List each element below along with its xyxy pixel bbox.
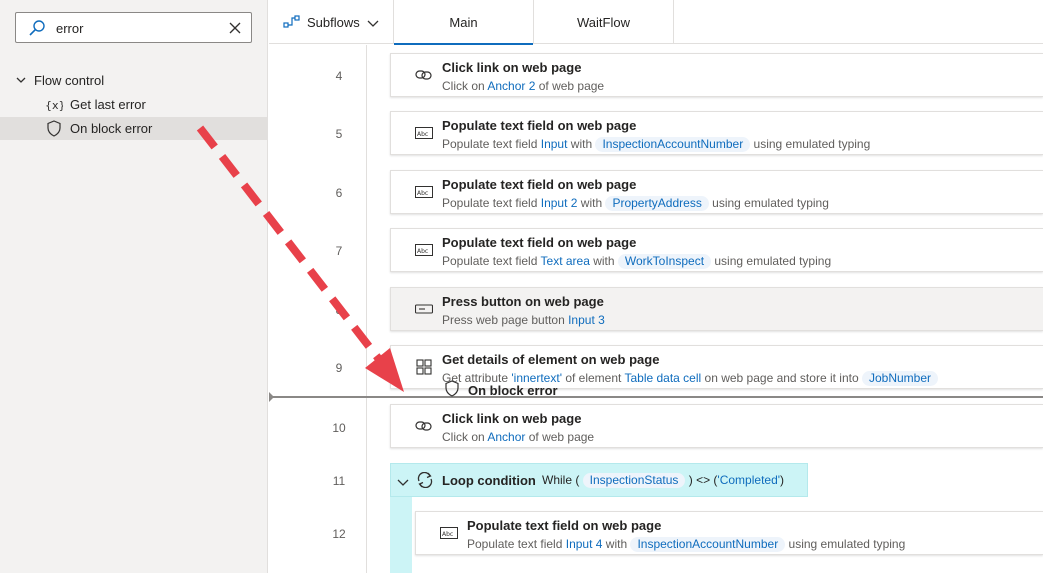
action-title: Press button on web page: [442, 294, 604, 309]
tree-item-on-block-error[interactable]: On block error: [0, 117, 267, 140]
line-number: 8: [335, 303, 343, 317]
search-input[interactable]: [56, 18, 226, 38]
variable-x-icon: {x}: [45, 96, 63, 113]
chevron-down-icon: [367, 17, 379, 32]
line-number: 5: [335, 127, 343, 141]
loop-body-indicator: [390, 497, 412, 573]
search-box[interactable]: [15, 12, 252, 43]
textfield-icon: Abc: [415, 184, 433, 200]
button-icon: [415, 301, 433, 317]
gutter-divider: [366, 45, 367, 573]
loop-icon: [416, 471, 434, 493]
line-number: 10: [332, 421, 346, 435]
element-link[interactable]: Anchor: [487, 430, 525, 444]
subflows-dropdown[interactable]: Subflows: [269, 0, 394, 44]
element-link[interactable]: Input 2: [541, 196, 578, 210]
variable-pill[interactable]: PropertyAddress: [605, 196, 709, 211]
loop-description: While ( InspectionStatus ) <> ('Complete…: [542, 473, 785, 488]
svg-text:{x}: {x}: [45, 99, 63, 112]
element-link[interactable]: Table data cell: [624, 371, 701, 385]
action-description: Populate text field Input with Inspectio…: [442, 137, 871, 152]
flow-canvas: 4 Click link on web page Click on Anchor…: [269, 45, 1043, 573]
textfield-icon: Abc: [415, 242, 433, 258]
line-number: 9: [335, 361, 343, 375]
actions-panel: Flow control {x} Get last error On block…: [0, 0, 268, 573]
action-description: Populate text field Input 4 with Inspect…: [467, 537, 906, 552]
action-description: Click on Anchor of web page: [442, 430, 595, 444]
action-card[interactable]: Abc Populate text field on web page Popu…: [390, 170, 1043, 214]
action-title: Get details of element on web page: [442, 352, 660, 367]
value-link[interactable]: 'Completed': [717, 473, 780, 487]
action-description: Populate text field Text area with WorkT…: [442, 254, 832, 269]
tab-label: WaitFlow: [577, 14, 630, 30]
shield-icon: [45, 120, 63, 137]
action-title: Populate text field on web page: [442, 118, 637, 133]
chevron-down-icon: [16, 73, 26, 88]
subflows-icon: [283, 15, 301, 32]
search-icon: [28, 19, 46, 42]
action-card[interactable]: Click link on web page Click on Anchor 2…: [390, 53, 1043, 97]
tab-main[interactable]: Main: [394, 0, 534, 45]
action-title: Click link on web page: [442, 411, 582, 426]
line-number: 7: [335, 244, 343, 258]
action-description: Populate text field Input 2 with Propert…: [442, 196, 829, 211]
action-card[interactable]: Abc Populate text field on web page Popu…: [415, 511, 1043, 555]
tree-group-label: Flow control: [34, 72, 105, 88]
tree-item-label: On block error: [70, 121, 153, 136]
app-window: Flow control {x} Get last error On block…: [0, 0, 1043, 573]
svg-text:Abc: Abc: [442, 531, 453, 538]
tab-waitflow[interactable]: WaitFlow: [534, 0, 674, 44]
line-number: 12: [332, 527, 346, 541]
element-details-icon: [415, 359, 433, 375]
svg-text:Abc: Abc: [417, 248, 428, 255]
svg-text:Abc: Abc: [417, 131, 428, 138]
drag-ghost: On block error: [444, 380, 558, 400]
loop-title: Loop condition: [442, 473, 536, 488]
drag-ghost-label: On block error: [468, 382, 558, 398]
textfield-icon: Abc: [415, 125, 433, 141]
line-number: 4: [335, 69, 343, 83]
action-card[interactable]: Abc Populate text field on web page Popu…: [390, 111, 1043, 155]
action-card[interactable]: Click link on web page Click on Anchor o…: [390, 404, 1043, 448]
action-title: Populate text field on web page: [442, 235, 637, 250]
variable-pill[interactable]: WorkToInspect: [617, 254, 712, 269]
variable-pill[interactable]: InspectionAccountNumber: [630, 537, 786, 552]
link-icon: [415, 418, 433, 434]
drop-indicator-line: [269, 396, 1043, 398]
line-number: 11: [332, 474, 346, 488]
shield-icon: [444, 380, 460, 400]
drop-indicator-marker: [269, 392, 274, 402]
tab-label: Main: [449, 14, 478, 30]
action-description: Press web page button Input 3: [442, 313, 605, 327]
tree-group-flow-control[interactable]: Flow control: [16, 71, 104, 89]
element-link[interactable]: Text area: [541, 254, 590, 268]
chevron-down-icon[interactable]: [397, 475, 409, 493]
designer-tabbar: Subflows Main WaitFlow: [269, 0, 1043, 45]
line-number: 6: [335, 186, 343, 200]
tree-item-label: Get last error: [70, 97, 146, 112]
element-link[interactable]: Input: [541, 137, 568, 151]
action-card[interactable]: Abc Populate text field on web page Popu…: [390, 228, 1043, 272]
element-link[interactable]: Input 4: [566, 537, 603, 551]
subflows-label: Subflows: [307, 15, 360, 30]
action-description: Click on Anchor 2 of web page: [442, 79, 605, 93]
svg-text:Abc: Abc: [417, 190, 428, 197]
variable-pill[interactable]: InspectionAccountNumber: [595, 137, 751, 152]
clear-search-icon[interactable]: [227, 20, 243, 41]
link-icon: [415, 67, 433, 83]
variable-pill[interactable]: InspectionStatus: [582, 473, 686, 488]
element-link[interactable]: Input 3: [568, 313, 605, 327]
action-title: Populate text field on web page: [442, 177, 637, 192]
action-title: Click link on web page: [442, 60, 582, 75]
action-title: Populate text field on web page: [467, 518, 662, 533]
action-card[interactable]: Press button on web page Press web page …: [390, 287, 1043, 331]
variable-pill[interactable]: JobNumber: [861, 371, 938, 386]
element-link[interactable]: Anchor 2: [487, 79, 535, 93]
loop-condition-block[interactable]: Loop condition While ( InspectionStatus …: [390, 463, 808, 497]
textfield-icon: Abc: [440, 525, 458, 541]
tree-item-get-last-error[interactable]: {x} Get last error: [0, 93, 267, 116]
